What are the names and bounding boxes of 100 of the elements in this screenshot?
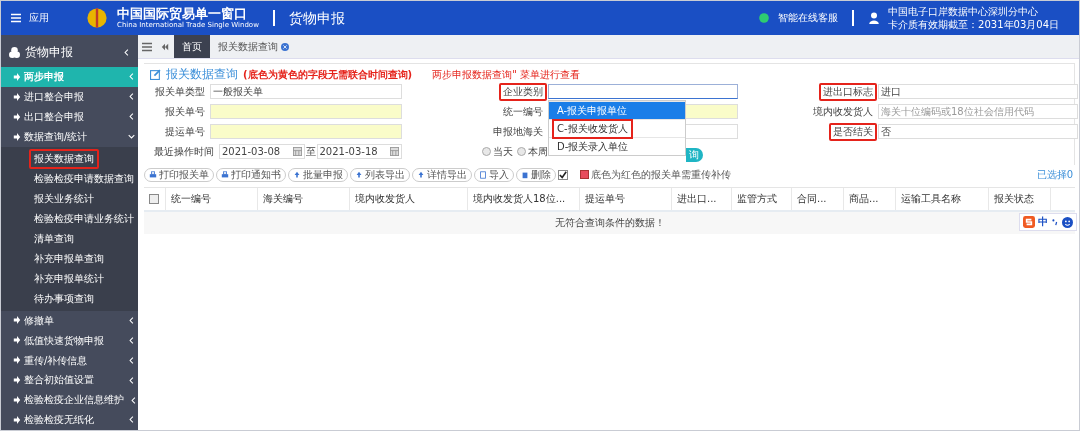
service-link[interactable]: 智能在线客服	[778, 12, 839, 24]
sidebar-item[interactable]: 进口整合申报	[1, 86, 138, 107]
input-field[interactable]	[210, 104, 402, 120]
sidebar-item[interactable]: 数据查询/统计	[1, 126, 138, 147]
form-title: 报关数据查询	[166, 68, 238, 82]
upload-icon	[293, 170, 301, 179]
sidebar-item[interactable]: 整合初始值设置	[1, 370, 138, 391]
ime-logo-icon	[1023, 216, 1035, 228]
input-field[interactable]: 否	[878, 124, 1078, 140]
dropdown-option[interactable]: C-报关收发货人	[549, 119, 685, 137]
tab[interactable]: 首页	[174, 35, 210, 58]
sidebar-item[interactable]: 出口整合申报	[1, 106, 138, 127]
page-title: 货物申报	[288, 9, 345, 27]
date-field[interactable]: 2021-03-08	[219, 144, 305, 160]
tab[interactable]: 报关数据查询	[210, 35, 297, 58]
calendar-icon	[390, 147, 399, 157]
empty-message: 无符合查询条件的数据！	[554, 217, 665, 229]
checkbox[interactable]	[149, 193, 159, 204]
input-field[interactable]: 进口	[878, 84, 1078, 100]
arrow-right-icon	[13, 396, 21, 405]
column-header[interactable]: 合同...	[792, 187, 844, 210]
toolbar-button[interactable]: 导入	[474, 167, 514, 182]
column-header[interactable]: 监管方式	[732, 187, 792, 210]
close-icon	[281, 42, 289, 51]
sidebar-item[interactable]: 修撤单	[1, 310, 138, 331]
column-header[interactable]: 境内收发货人18位...	[468, 187, 580, 210]
arrow-right-icon	[13, 132, 21, 141]
column-header[interactable]: 报关状态	[989, 187, 1051, 210]
radio-button[interactable]	[482, 147, 491, 157]
checkbox[interactable]	[558, 169, 568, 180]
sidebar-subitem[interactable]: 检验检疫申请业务统计	[29, 208, 139, 229]
sidebar-subitem[interactable]: 补充申报单统计	[29, 268, 109, 289]
field-label: 统一编号	[502, 104, 544, 119]
arrow-right-icon	[13, 316, 21, 325]
toolbar-button[interactable]: 批量申报	[288, 167, 348, 182]
radio-label: 当天	[493, 146, 513, 158]
user-icon	[868, 12, 881, 24]
field-label: 最近操作时间	[153, 144, 215, 159]
sidebar-item[interactable]: 重传/补传信息	[1, 350, 138, 371]
field-label: 报关单号	[164, 104, 206, 119]
radio-button[interactable]	[517, 147, 526, 157]
input-field[interactable]	[548, 84, 738, 100]
arrow-right-icon	[13, 336, 21, 345]
sidebar-item[interactable]: 检验检疫无纸化	[1, 410, 138, 430]
arrow-right-icon	[13, 416, 21, 424]
field-label: 是否结关	[829, 122, 877, 141]
sidebar-item[interactable]: 低值快速货物申报	[1, 330, 138, 351]
column-header[interactable]: 统一编号	[166, 187, 258, 210]
sidebar-subitem[interactable]: 清单查询	[29, 228, 79, 249]
form-note: (底色为黄色的字段无需联合时间查询)	[243, 69, 413, 81]
toolbar-button[interactable]: 打印报关单	[144, 167, 214, 182]
field-label: 提运单号	[164, 124, 206, 139]
ime-mode[interactable]: 中	[1038, 216, 1048, 228]
arrow-right-icon	[13, 112, 21, 121]
toolbar-button[interactable]: 列表导出	[350, 167, 410, 182]
toolbar-button[interactable]: 详情导出	[412, 167, 472, 182]
upload-icon	[355, 170, 363, 179]
card-expiry: 卡介质有效期截至：2031年03月04日	[888, 18, 1059, 30]
sidebar-subitem[interactable]: 检验检疫申请数据查询	[29, 168, 139, 189]
column-header[interactable]: 进出口...	[672, 187, 732, 210]
date-separator: 至	[305, 146, 316, 158]
column-header[interactable]: 境内收发货人	[350, 187, 468, 210]
column-header[interactable]: 提运单号	[580, 187, 672, 210]
sidebar-item[interactable]: 检验检疫企业信息维护	[1, 390, 138, 411]
selected-count: 已选择0	[1036, 169, 1073, 181]
sidebar-subitem[interactable]: 报关数据查询	[29, 148, 99, 169]
field-label: 申报地海关	[492, 124, 544, 139]
sidebar-title: 货物申报	[25, 46, 73, 60]
punctuation-icon	[1051, 217, 1059, 227]
menu-label[interactable]: 应用	[29, 12, 49, 24]
smiley-icon	[1062, 216, 1073, 228]
calendar-icon	[292, 147, 302, 157]
date-field[interactable]: 2021-03-18	[316, 144, 402, 160]
user-org: 中国电子口岸数据中心深圳分中心	[888, 6, 1040, 18]
chevron-left-icon	[123, 49, 130, 57]
input-field[interactable]	[210, 124, 402, 140]
arrow-right-icon	[13, 376, 21, 385]
sidebar-subitem[interactable]: 待办事项查询	[29, 288, 99, 309]
menu-icon	[142, 41, 152, 52]
input-field[interactable]: 一般报关单	[210, 84, 402, 100]
toolbar-button[interactable]: 打印通知书	[216, 167, 286, 182]
dropdown-option[interactable]: A-报关申报单位	[549, 101, 685, 119]
legend-text: 底色为红色的报关单需重传补传	[591, 169, 731, 181]
field-label: 境内收发货人	[812, 104, 874, 119]
double-left-icon	[160, 42, 170, 51]
input-field[interactable]: 海关十位编码或18位社会信用代码	[878, 104, 1078, 120]
column-header[interactable]: 海关编号	[258, 187, 350, 210]
field-label: 报关单类型	[154, 84, 206, 99]
sidebar-subitem[interactable]: 报关业务统计	[29, 188, 99, 209]
field-label: 企业类别	[499, 82, 547, 101]
logo-title: 中国国际贸易单一窗口	[117, 6, 248, 21]
column-header[interactable]: 商品...	[844, 187, 896, 210]
toolbar-button[interactable]: 删除	[516, 167, 556, 182]
field-label: 进出口标志	[819, 82, 877, 101]
upload-icon	[417, 170, 425, 179]
legend-swatch	[580, 170, 589, 180]
form-hint: 两步申报数据查询" 菜单进行查看	[432, 69, 580, 81]
dropdown-option[interactable]: D-报关录入单位	[549, 137, 685, 155]
column-header[interactable]: 运输工具名称	[896, 187, 989, 210]
sidebar-subitem[interactable]: 补充申报单查询	[29, 248, 109, 269]
